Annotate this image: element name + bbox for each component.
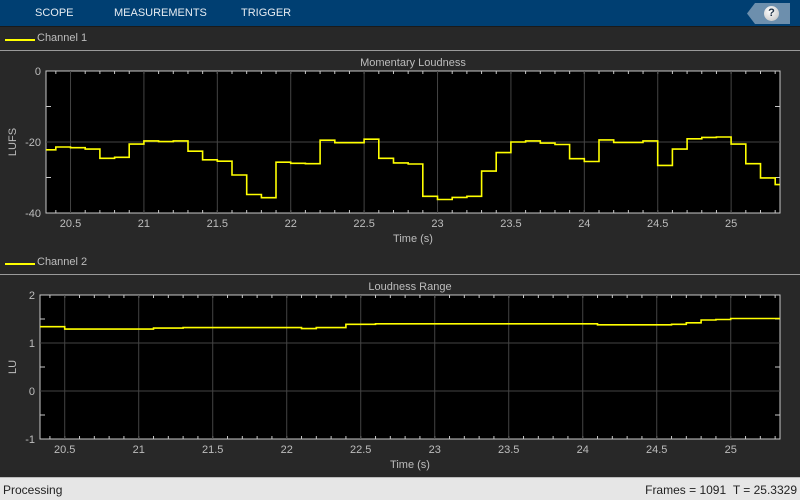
status-bar: Processing Frames = 1091 T = 25.3329 xyxy=(0,477,800,500)
legend-label: Channel 2 xyxy=(37,256,88,268)
status-readout: Frames = 1091 T = 25.3329 xyxy=(645,483,797,497)
x-tick-label: 24 xyxy=(577,444,589,456)
x-tick-label: 21.5 xyxy=(202,444,223,456)
x-axis-label: Time (s) xyxy=(393,233,433,245)
legend-line-icon xyxy=(5,263,35,265)
y-axis-label: LU xyxy=(7,360,19,374)
tab-scope[interactable]: SCOPE xyxy=(35,7,74,19)
x-tick-label: 22.5 xyxy=(350,444,371,456)
tab-measurements[interactable]: MEASUREMENTS xyxy=(114,7,207,19)
y-tick-label: 0 xyxy=(29,386,35,398)
x-tick-label: 24 xyxy=(578,218,590,230)
x-tick-label: 22 xyxy=(285,218,297,230)
status-text: Processing xyxy=(3,483,63,497)
momentary-loudness-plot[interactable]: Momentary Loudness Time (s) LUFS 20.5 21 21.5… xyxy=(0,51,800,251)
plot-title: Loudness Range xyxy=(368,281,451,293)
tab-trigger[interactable]: TRIGGER xyxy=(241,7,291,19)
help-button[interactable]: ? xyxy=(747,3,790,24)
plot-area xyxy=(39,294,781,440)
x-tick-label: 23.5 xyxy=(500,218,521,230)
y-tick-label: -20 xyxy=(25,137,41,149)
x-tick-label: 22.5 xyxy=(353,218,374,230)
loudness-range-plot[interactable]: Loudness RangeTime (s)LU20.5 21 21.5 22 22.5… xyxy=(0,275,800,475)
x-tick-label: 21.5 xyxy=(207,218,228,230)
legend-channel-2[interactable]: Channel 2 xyxy=(0,252,800,275)
y-tick-label: 0 xyxy=(35,66,41,78)
y-tick-label: 1 xyxy=(29,338,35,350)
y-axis-label: LUFS xyxy=(7,128,19,156)
y-tick-label: -40 xyxy=(25,208,41,220)
legend-line-icon xyxy=(5,39,35,41)
legend-label: Channel 1 xyxy=(37,32,88,44)
x-tick-label: 20.5 xyxy=(54,444,75,456)
x-tick-label: 24.5 xyxy=(647,218,668,230)
frames-count: Frames = 1091 xyxy=(645,483,727,497)
y-tick-label: -1 xyxy=(25,434,35,446)
y-tick-label: 2 xyxy=(29,290,35,302)
x-tick-label: 21 xyxy=(138,218,150,230)
sim-time: T = 25.3329 xyxy=(732,483,797,497)
x-tick-label: 21 xyxy=(133,444,145,456)
plot-title: Momentary Loudness xyxy=(360,57,466,69)
x-tick-label: 22 xyxy=(281,444,293,456)
x-axis-label: Time (s) xyxy=(390,459,430,471)
x-tick-label: 24.5 xyxy=(646,444,667,456)
x-tick-label: 20.5 xyxy=(60,218,81,230)
x-tick-label: 25 xyxy=(725,218,737,230)
x-tick-label: 23 xyxy=(431,218,443,230)
help-icon: ? xyxy=(764,6,779,21)
x-tick-label: 23.5 xyxy=(498,444,519,456)
legend-channel-1[interactable]: Channel 1 xyxy=(0,28,800,51)
x-tick-label: 25 xyxy=(725,444,737,456)
toolstrip: SCOPE MEASUREMENTS TRIGGER ? xyxy=(0,0,800,27)
x-tick-label: 23 xyxy=(429,444,441,456)
